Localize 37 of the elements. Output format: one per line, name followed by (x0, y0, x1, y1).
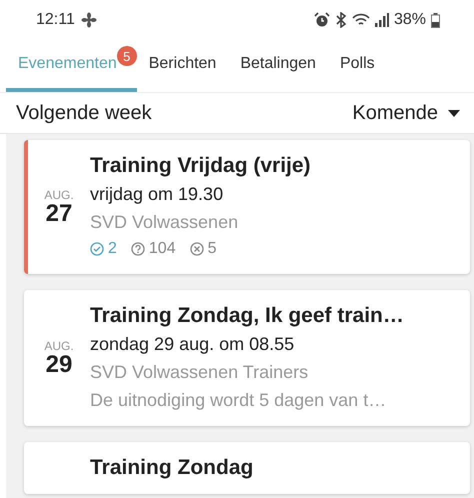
event-card[interactable]: Training Zondag (24, 442, 470, 494)
event-group: SVD Volwassenen Trainers (90, 358, 404, 386)
declined-count: 5 (208, 239, 217, 259)
cross-circle-icon (190, 242, 204, 256)
unknown-count: 104 (148, 239, 176, 259)
check-circle-icon (90, 242, 104, 256)
event-title: Training Zondag (90, 455, 254, 481)
count-badge: 5 (116, 46, 137, 66)
event-month: AUG. (44, 339, 74, 353)
event-title: Training Vrijdag (vrije) (90, 153, 311, 179)
question-circle-icon (130, 242, 145, 256)
event-day: 27 (46, 202, 72, 226)
filter-dropdown[interactable]: Komende (352, 102, 460, 124)
period-label: Volgende week (16, 102, 152, 124)
tab[interactable]: Polls (328, 40, 387, 92)
event-card[interactable]: AUG. 29 Training Zondag, Ik geef train… zondag 29 aug. om 08.55 SVD Volwassenen Trainers De uitnodiging wordt 5 dagen van t… (24, 290, 470, 426)
bluetooth-icon (334, 12, 347, 28)
caret-icon (448, 110, 460, 116)
event-title: Training Zondag, Ik geef train… (90, 303, 404, 329)
event-day: 29 (46, 353, 72, 377)
tab[interactable]: Betalingen (228, 40, 328, 92)
event-card[interactable]: AUG. 27 Training Vrijdag (vrije) vrijdag om 19.30 SVD Volwassenen 2 104 5 (24, 140, 470, 274)
fan-icon (80, 12, 97, 28)
clock-time: 12:11 (36, 11, 75, 29)
event-time: zondag 29 aug. om 08.55 (90, 333, 296, 356)
battery-icon (431, 12, 440, 28)
event-time: vrijdag om 19.30 (90, 183, 224, 206)
event-group: SVD Volwassenen (90, 208, 311, 236)
tab[interactable]: Evenementen 5 (6, 40, 137, 92)
event-note: De uitnodiging wordt 5 dagen van t… (90, 389, 388, 412)
alarm-icon (314, 12, 330, 28)
event-month: AUG. (44, 188, 74, 202)
battery-percentage: 38% (394, 11, 426, 29)
signal-icon (374, 13, 389, 27)
wifi-icon (352, 13, 370, 27)
tab[interactable]: Berichten (136, 40, 228, 92)
accepted-count: 2 (108, 239, 117, 259)
